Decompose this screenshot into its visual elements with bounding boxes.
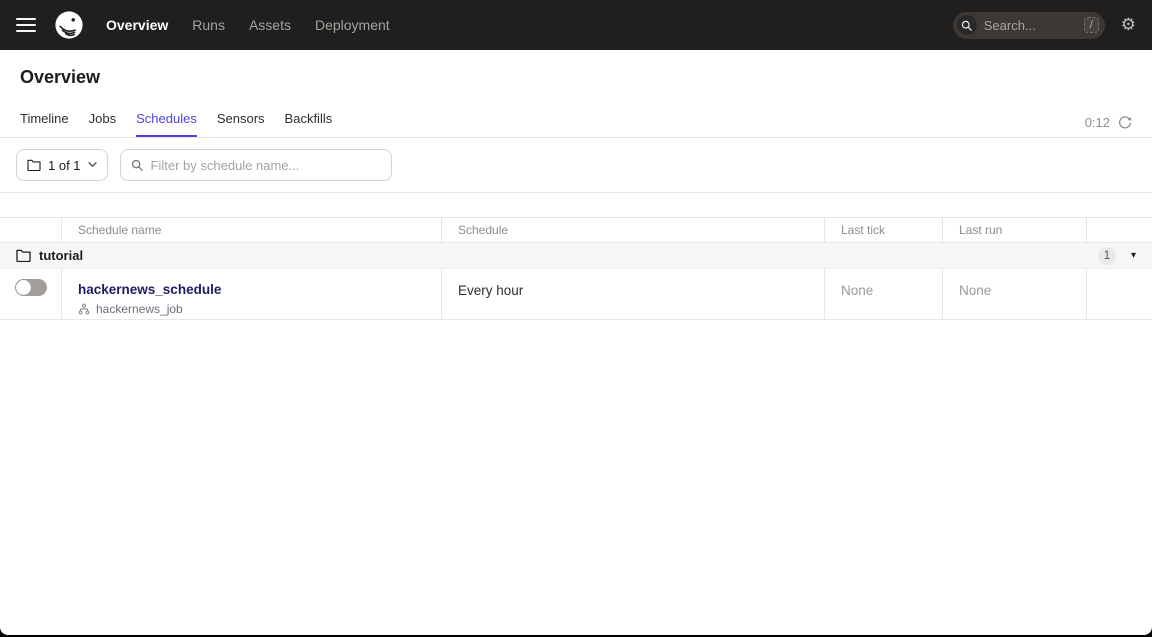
job-icon	[78, 303, 90, 315]
folder-icon	[27, 159, 41, 171]
refresh-zone: 0:12	[1085, 115, 1132, 137]
schedules-table-header: Schedule name Schedule Last tick Last ru…	[0, 217, 1152, 243]
last-run-cell: None	[943, 269, 1087, 319]
folder-icon	[16, 249, 31, 262]
toggle-cell	[0, 269, 62, 319]
schedule-table-row: hackernews_schedule hackernews_job Every…	[0, 269, 1152, 320]
spacer	[0, 193, 1152, 217]
last-tick-cell: None	[825, 269, 943, 319]
refresh-icon[interactable]	[1118, 116, 1132, 130]
chevron-down-icon	[88, 162, 97, 168]
filter-bar: 1 of 1	[0, 138, 1152, 193]
nav-right: / ⚙	[953, 12, 1136, 39]
filter-search-icon	[131, 159, 143, 171]
tab-sensors[interactable]: Sensors	[217, 103, 265, 137]
settings-gear-icon[interactable]: ⚙	[1121, 17, 1136, 34]
job-name-link[interactable]: hackernews_job	[96, 302, 183, 316]
repo-group-row[interactable]: tutorial 1 ▾	[0, 243, 1152, 269]
header-last-tick: Last tick	[825, 218, 943, 242]
schedule-filter-input[interactable]	[151, 158, 381, 173]
row-actions-cell	[1087, 269, 1152, 319]
nav-links: Overview Runs Assets Deployment	[106, 17, 390, 33]
group-count-badge: 1	[1098, 247, 1116, 265]
nav-item-assets[interactable]: Assets	[249, 17, 291, 33]
page-title: Overview	[0, 50, 1152, 97]
tab-schedules[interactable]: Schedules	[136, 103, 197, 137]
nav-item-overview[interactable]: Overview	[106, 17, 168, 33]
repo-group-name: tutorial	[39, 248, 83, 263]
header-toggle-col	[0, 218, 62, 242]
header-last-run: Last run	[943, 218, 1087, 242]
search-icon	[957, 15, 977, 35]
header-schedule: Schedule	[442, 218, 825, 242]
tab-timeline[interactable]: Timeline	[20, 103, 69, 137]
schedule-name-link[interactable]: hackernews_schedule	[78, 282, 221, 297]
menu-icon[interactable]	[16, 18, 36, 33]
group-selector-button[interactable]: 1 of 1	[16, 149, 108, 181]
header-actions-col	[1087, 218, 1152, 242]
group-selector-label: 1 of 1	[48, 158, 81, 173]
app-window: Overview Runs Assets Deployment / ⚙ Over…	[0, 0, 1152, 635]
tab-backfills[interactable]: Backfills	[285, 103, 333, 137]
search-input[interactable]	[984, 18, 1077, 33]
schedule-cron-cell: Every hour	[442, 269, 825, 319]
dagster-logo-icon[interactable]	[54, 10, 84, 40]
collapse-caret-icon[interactable]: ▾	[1131, 250, 1136, 261]
nav-item-runs[interactable]: Runs	[192, 17, 225, 33]
overview-tabs-row: Timeline Jobs Schedules Sensors Backfill…	[0, 97, 1152, 138]
overview-tabs: Timeline Jobs Schedules Sensors Backfill…	[20, 103, 332, 137]
search-shortcut-badge: /	[1084, 17, 1099, 33]
global-search[interactable]: /	[953, 12, 1105, 39]
nav-item-deployment[interactable]: Deployment	[315, 17, 390, 33]
tab-jobs[interactable]: Jobs	[89, 103, 116, 137]
schedule-name-cell: hackernews_schedule hackernews_job	[62, 269, 442, 319]
header-schedule-name: Schedule name	[62, 218, 442, 242]
toggle-knob	[16, 280, 31, 295]
top-nav: Overview Runs Assets Deployment / ⚙	[0, 0, 1152, 50]
schedule-filter[interactable]	[120, 149, 392, 181]
schedule-toggle[interactable]	[15, 279, 47, 296]
refresh-countdown: 0:12	[1085, 115, 1110, 130]
